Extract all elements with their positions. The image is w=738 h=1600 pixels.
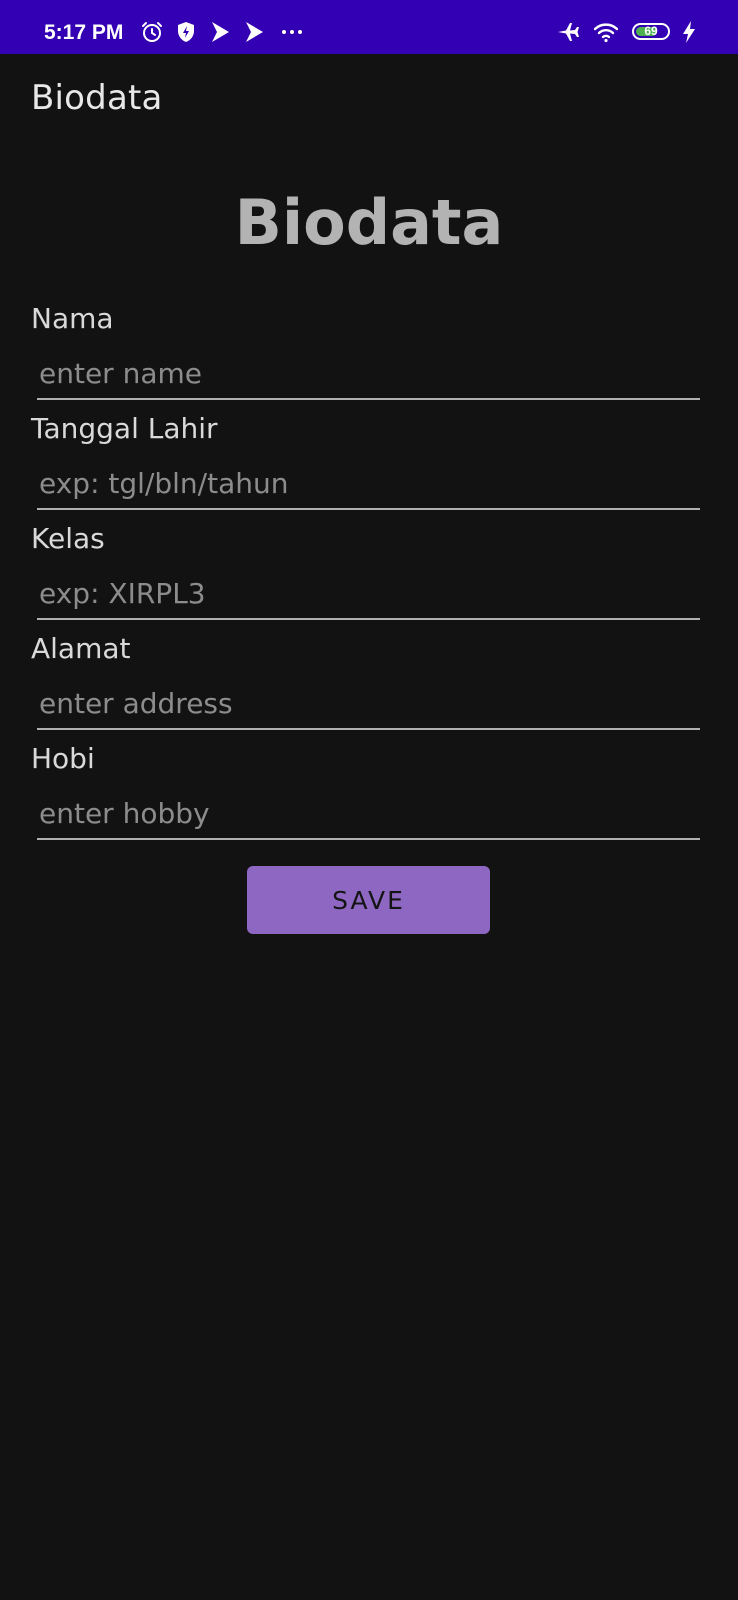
more-dots-icon xyxy=(280,20,304,44)
hobi-input[interactable] xyxy=(37,792,700,840)
play-icon xyxy=(208,20,232,44)
airplane-icon xyxy=(556,20,580,44)
tanggal-lahir-label: Tanggal Lahir xyxy=(31,412,218,445)
kelas-label: Kelas xyxy=(31,522,105,555)
status-time: 5:17 PM xyxy=(44,21,124,44)
app-bar-title: Biodata xyxy=(31,78,163,118)
battery-level: 69 xyxy=(644,24,658,38)
alamat-label: Alamat xyxy=(31,632,131,665)
charging-bolt-icon xyxy=(680,20,698,44)
nama-input[interactable] xyxy=(37,352,700,400)
shield-icon xyxy=(174,20,198,44)
play-icon xyxy=(242,20,266,44)
hobi-label: Hobi xyxy=(31,742,95,775)
alamat-input[interactable] xyxy=(37,682,700,730)
alarm-icon xyxy=(140,20,164,44)
battery-icon: 69 xyxy=(632,23,676,43)
status-bar: 5:17 PM 69 xyxy=(0,0,738,54)
wifi-icon xyxy=(594,20,618,44)
save-button[interactable]: SAVE xyxy=(247,866,490,934)
tanggal-lahir-input[interactable] xyxy=(37,462,700,510)
nama-label: Nama xyxy=(31,302,114,335)
page-heading: Biodata xyxy=(234,186,504,259)
kelas-input[interactable] xyxy=(37,572,700,620)
